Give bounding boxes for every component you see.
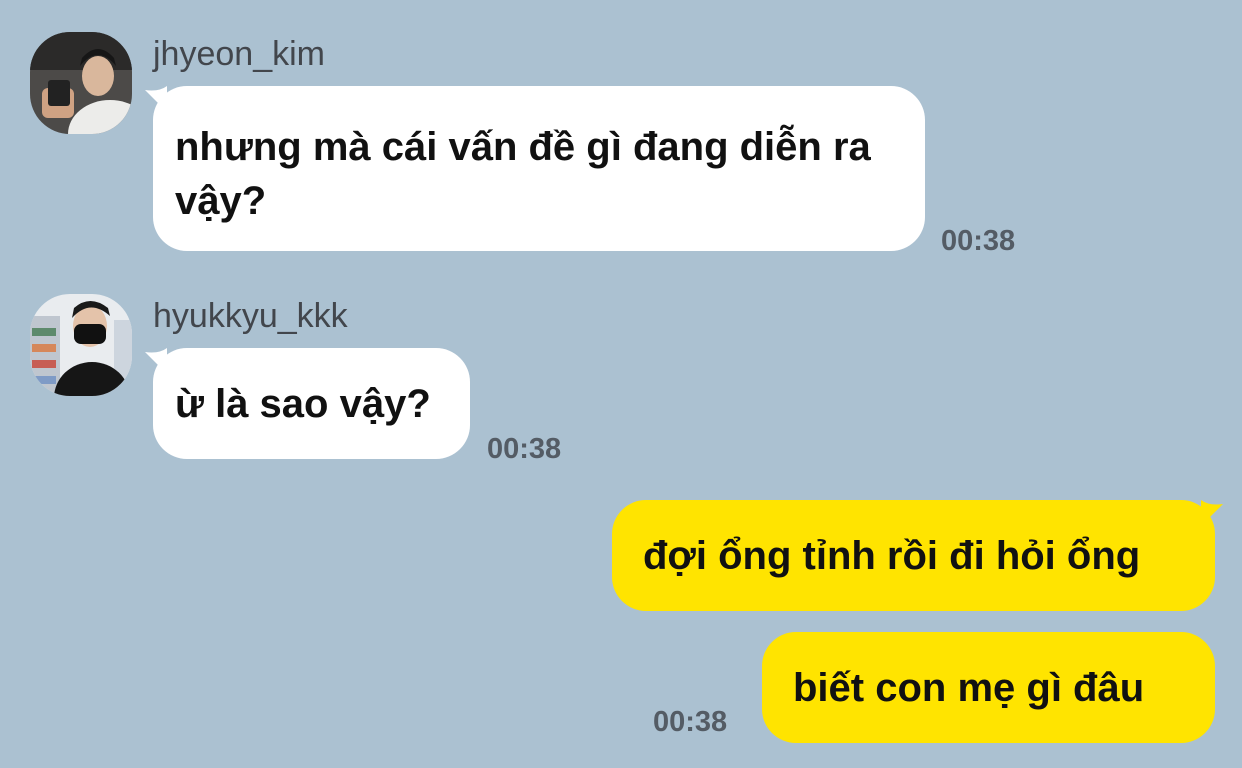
bubble-tail — [1201, 500, 1223, 518]
sender-name: hyukkyu_kkk — [153, 297, 348, 335]
avatar-jhyeon-kim[interactable] — [30, 32, 132, 134]
profile-photo-icon — [30, 294, 132, 396]
message-bubble[interactable]: ừ là sao vậy? — [153, 348, 470, 459]
message-time: 00:38 — [653, 706, 728, 738]
message-bubble[interactable]: đợi ổng tỉnh rồi đi hỏi ổng — [612, 500, 1215, 611]
message-bubble[interactable]: nhưng mà cái vấn đề gì đang diễn ra vậy? — [153, 86, 925, 251]
avatar-hyukkyu-kkk[interactable] — [30, 294, 132, 396]
sender-name: jhyeon_kim — [153, 35, 325, 73]
profile-photo-icon — [30, 32, 132, 134]
message-time: 00:38 — [941, 225, 1016, 257]
message-bubble[interactable]: biết con mẹ gì đâu — [762, 632, 1215, 743]
message-time: 00:38 — [487, 433, 562, 465]
